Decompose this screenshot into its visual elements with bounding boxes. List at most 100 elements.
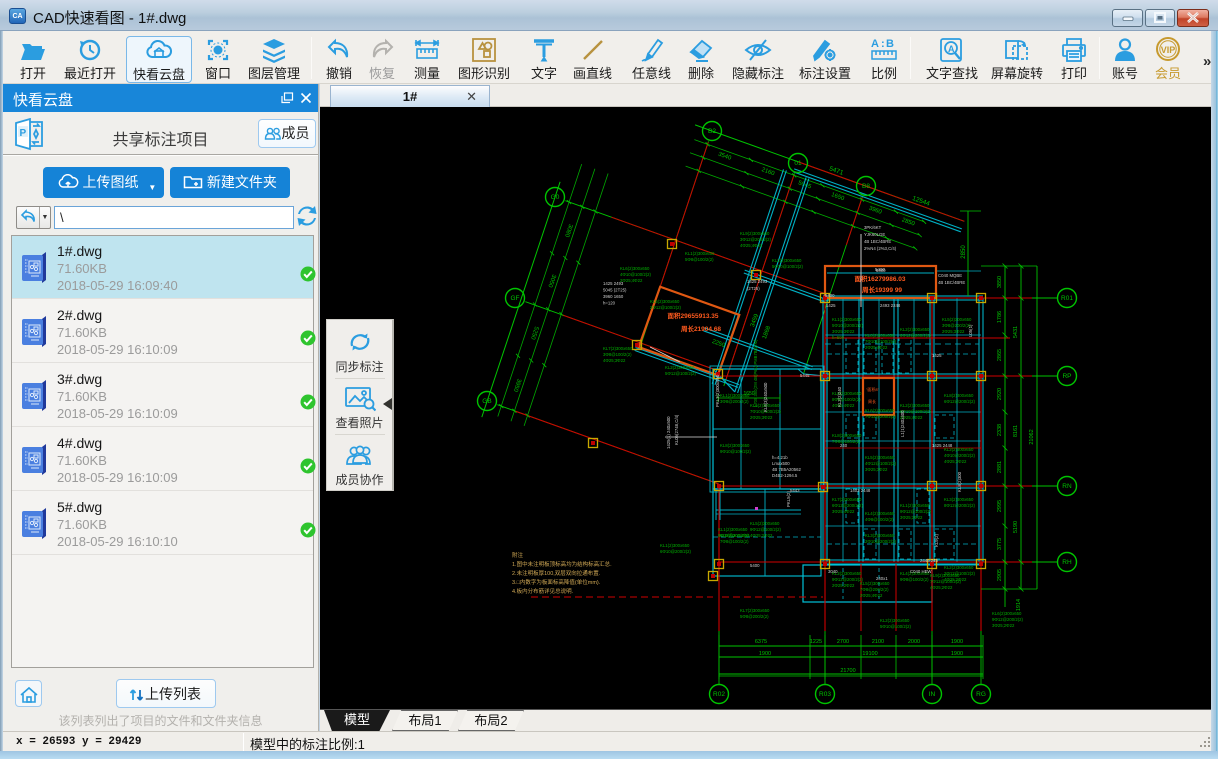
svg-text:L1(1)240x400: L1(1)240x400 (900, 410, 905, 437)
svg-text:KL1(2)300x650: KL1(2)300x650 (832, 317, 862, 322)
svg-text:KL3(2)300x650: KL3(2)300x650 (865, 533, 895, 538)
svg-text:4Φ25;3Φ22: 4Φ25;3Φ22 (944, 459, 967, 464)
svg-text:KL1(2)300x650: KL1(2)300x650 (685, 251, 715, 256)
svg-text:9Φ12@100/2(2): 9Φ12@100/2(2) (900, 509, 932, 514)
svg-text:4Φ10@200/2(2): 4Φ10@200/2(2) (944, 453, 976, 458)
svg-text:5Φ8@100/2(2): 5Φ8@100/2(2) (685, 257, 714, 262)
svg-text:7Φ8@100/2(2): 7Φ8@100/2(2) (720, 539, 749, 544)
svg-text:4B 1BC/4BRE: 4B 1BC/4BRE (864, 239, 891, 244)
svg-text:KL8(2)300x650: KL8(2)300x650 (944, 393, 974, 398)
svg-text:1425 2448: 1425 2448 (932, 443, 953, 448)
svg-text:C040 HEW: C040 HEW (910, 569, 932, 574)
svg-text:D4B2-1294.5: D4B2-1294.5 (772, 473, 798, 478)
svg-text:2000: 2000 (908, 639, 920, 645)
svg-text:KL4(2)300x650: KL4(2)300x650 (865, 511, 895, 516)
svg-text:01: 01 (794, 160, 802, 167)
svg-text:KL3(2)300x650: KL3(2)300x650 (944, 497, 974, 502)
svg-text:7Φ10@100/2(2): 7Φ10@100/2(2) (865, 339, 897, 344)
svg-text:KL5(2)300x650: KL5(2)300x650 (860, 581, 890, 586)
svg-text:GF: GF (510, 295, 519, 302)
svg-text:4B 1BC/4BRE: 4B 1BC/4BRE (938, 280, 965, 285)
svg-text:2Φ25;4Φ22: 2Φ25;4Φ22 (860, 593, 883, 598)
svg-text:3Φ25;3Φ22: 3Φ25;3Φ22 (832, 329, 855, 334)
svg-text:KL2(2)300x650: KL2(2)300x650 (880, 618, 910, 623)
svg-text:3PK/6KT: 3PK/6KT (864, 225, 882, 230)
svg-text:KL7(2)300x650: KL7(2)300x650 (832, 497, 862, 502)
svg-text:5400: 5400 (750, 563, 760, 568)
svg-text:1225: 1225 (810, 639, 822, 645)
svg-text:9Φ12@200/2(2): 9Φ12@200/2(2) (718, 533, 750, 538)
svg-text:3Φ25;3Φ22: 3Φ25;3Φ22 (900, 515, 923, 520)
svg-text:2995: 2995 (997, 500, 1003, 512)
svg-text:KL5(2)300x650: KL5(2)300x650 (750, 521, 780, 526)
svg-text:3Φ25;2Φ22: 3Φ25;2Φ22 (992, 623, 1015, 628)
svg-text:9Φ12@200/2(2): 9Φ12@200/2(2) (832, 577, 864, 582)
svg-text:面积16279986.03: 面积16279986.03 (855, 274, 906, 283)
svg-text:KL8(2)300x650: KL8(2)300x650 (832, 433, 862, 438)
svg-text:6Φ10@200/2(2): 6Φ10@200/2(2) (660, 549, 692, 554)
svg-text:KL6(2)300x650: KL6(2)300x650 (992, 611, 1022, 616)
svg-text:R01: R01 (1061, 295, 1073, 302)
svg-text:5Φ10@100/2(2): 5Φ10@100/2(2) (880, 624, 912, 629)
svg-text:5400: 5400 (876, 268, 886, 273)
svg-text:KL6(2)300x650: KL6(2)300x650 (620, 266, 650, 271)
svg-text:1425 2493: 1425 2493 (603, 281, 624, 286)
svg-text:KL8(2)300x650: KL8(2)300x650 (865, 333, 895, 338)
svg-text:L705 350(2M 4B(P6L) PMB7B8(2M): L705 350(2M 4B(P6L) PMB7B8(2M) (753, 339, 758, 407)
svg-text:KL5(2)300x650: KL5(2)300x650 (865, 455, 895, 460)
svg-text:2%N4 (2%3,C/4): 2%N4 (2%3,C/4) (864, 246, 897, 251)
svg-text:4Φ8@100/2(2): 4Φ8@100/2(2) (865, 517, 894, 522)
svg-text:KL2(2)240: KL2(2)240 (837, 386, 842, 407)
svg-text:KL8(2)300x650: KL8(2)300x650 (720, 443, 750, 448)
svg-text:5443: 5443 (790, 488, 800, 493)
svg-text:1868: 1868 (762, 325, 772, 340)
svg-text:B2: B2 (708, 128, 716, 135)
svg-text:R03: R03 (819, 691, 831, 698)
svg-text:1900: 1900 (759, 651, 771, 657)
svg-text:C040 MQBE: C040 MQBE (938, 273, 962, 278)
svg-text:KL9(2)300x650: KL9(2)300x650 (930, 573, 960, 578)
svg-text:2250: 2250 (711, 339, 726, 349)
svg-text:2881: 2881 (997, 461, 1003, 473)
svg-text:5045 (2T25): 5045 (2T25) (603, 288, 627, 293)
svg-text:KL1(2)300x650: KL1(2)300x650 (660, 543, 690, 548)
svg-text:h=120: h=120 (603, 301, 616, 306)
svg-text:3Φ12@200/2(2): 3Φ12@200/2(2) (740, 237, 772, 242)
svg-text:1425(1) 240x500: 1425(1) 240x500 (666, 416, 671, 449)
svg-text:KL6(3)240x500: KL6(3)240x500 (763, 382, 768, 412)
svg-text:240: 240 (840, 443, 848, 448)
svg-text:6Φ12@200/2(2): 6Φ12@200/2(2) (900, 333, 932, 338)
svg-text:9Φ8@100/2(2): 9Φ8@100/2(2) (900, 577, 929, 582)
svg-text:3960 1650: 3960 1650 (603, 294, 624, 299)
svg-text:4Φ25;2Φ22: 4Φ25;2Φ22 (930, 585, 953, 590)
svg-text:2.未注明板厚100,双层双向拉通布置.: 2.未注明板厚100,双层双向拉通布置. (512, 569, 601, 577)
svg-text:2Φ25;3Φ22: 2Φ25;3Φ22 (750, 415, 773, 420)
svg-text:2865: 2865 (997, 349, 1003, 361)
svg-text:B8: B8 (862, 183, 870, 190)
svg-text:R02: R02 (713, 691, 725, 698)
svg-text:5Φ10@200/2(2): 5Φ10@200/2(2) (832, 323, 864, 328)
svg-text:7Φ12@100/2(2): 7Φ12@100/2(2) (930, 579, 962, 584)
svg-text:3040: 3040 (828, 569, 838, 574)
svg-text:1425: 1425 (826, 303, 836, 308)
svg-text:1900: 1900 (951, 651, 963, 657)
svg-text:1425 2493: 1425 2493 (747, 279, 768, 284)
svg-text:2700: 2700 (837, 639, 849, 645)
svg-text:1425: 1425 (932, 353, 942, 358)
svg-text:7Φ12@200/2(2): 7Φ12@200/2(2) (865, 414, 897, 419)
svg-text:4B 7B5A20562: 4B 7B5A20562 (772, 467, 802, 472)
svg-text:3950: 3950 (512, 378, 522, 393)
svg-text:PKL5(2): PKL5(2) (786, 491, 791, 507)
svg-text:A: A (948, 44, 955, 54)
svg-text:RN: RN (1062, 483, 1072, 490)
svg-text:2Φ25;3Φ22: 2Φ25;3Φ22 (942, 329, 965, 334)
svg-text:KL7(2)300x650: KL7(2)300x650 (603, 346, 633, 351)
svg-text:IN: IN (929, 691, 936, 698)
svg-text:3850: 3850 (997, 276, 1003, 288)
svg-text:"面积8": "面积8" (866, 386, 880, 392)
svg-text:4Φ25;2Φ22: 4Φ25;2Φ22 (750, 533, 773, 538)
svg-text:3540: 3540 (717, 152, 732, 162)
svg-text:YJK60LGE: YJK60LGE (864, 232, 885, 237)
svg-text:2Φ25;4Φ22: 2Φ25;4Φ22 (620, 278, 643, 283)
svg-text:21700: 21700 (840, 668, 855, 674)
